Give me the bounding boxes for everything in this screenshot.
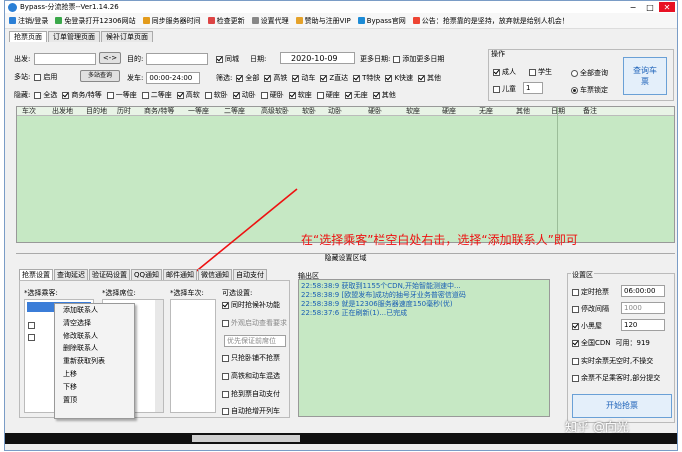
- realtime-check[interactable]: 实时余票无空时,不操交: [572, 356, 653, 366]
- app-window: Bypass-分流抢票--Ver1.14.26 − □ ✕ 注销/登录 免登录打…: [4, 0, 678, 451]
- opt-mix[interactable]: 高铁和动车混选: [222, 371, 280, 381]
- menu-move-down[interactable]: 下移: [55, 381, 134, 394]
- opt-extra-trains[interactable]: 自动抢增开列车: [222, 406, 280, 416]
- log-line: 22:58:37:6 正在刷新(1)...已完成: [301, 309, 408, 317]
- opt-appearance[interactable]: 外观启动查看要求: [222, 318, 287, 328]
- interval[interactable]: 停改间隔: [572, 304, 609, 314]
- opt-sleeper-only[interactable]: 只抢卧铺不抢票: [222, 353, 280, 363]
- tab-wechat[interactable]: 微信通知: [198, 269, 233, 280]
- tab-qq[interactable]: QQ通知: [131, 269, 163, 280]
- opt-autopay[interactable]: 抢到票自动支付: [222, 389, 280, 399]
- opt-waitlist[interactable]: 同时抢候补功能: [222, 300, 280, 310]
- tab-autopay[interactable]: 自动支付: [233, 269, 268, 280]
- small-input[interactable]: 120: [621, 319, 665, 331]
- menu-refresh-list[interactable]: 重新获取列表: [55, 355, 134, 368]
- log-line: 22:58:38:9 [欧盟发布]成功的抽号牙业务普密信道码: [301, 291, 466, 299]
- settings-panel: 设置区 定时抢票 06:00:00 停改间隔 1000 小黑屋 120 全国CD…: [567, 270, 675, 423]
- timed-grab[interactable]: 定时抢票: [572, 287, 609, 297]
- menu-delete-contact[interactable]: 删除联系人: [55, 342, 134, 355]
- menu-move-up[interactable]: 上移: [55, 368, 134, 381]
- menu-edit-contact[interactable]: 修改联系人: [55, 330, 134, 343]
- interval-input[interactable]: 1000: [621, 302, 665, 314]
- tab-captcha[interactable]: 验证码设置: [89, 269, 130, 280]
- priority-select[interactable]: 优先保证前席位: [224, 335, 286, 347]
- start-grab-button[interactable]: 开始抢票: [572, 394, 672, 418]
- menu-add-contact[interactable]: 添加联系人: [55, 304, 134, 317]
- menu-clear-selection[interactable]: 清空选择: [55, 317, 134, 330]
- tab-grab-settings[interactable]: 抢票设置: [19, 269, 53, 280]
- context-menu: 添加联系人 清空选择 修改联系人 删除联系人 重新获取列表 上移 下移 置顶: [54, 303, 135, 419]
- small-blackroom[interactable]: 小黑屋: [572, 321, 602, 331]
- tab-email[interactable]: 邮件通知: [163, 269, 198, 280]
- menu-move-top[interactable]: 置顶: [55, 394, 134, 407]
- settings-tabs: 抢票设置 查询延迟 验证码设置 QQ通知 邮件通知 微信通知 自动支付: [19, 269, 268, 280]
- cdn-check[interactable]: 全国CDN 可用：919: [572, 338, 650, 348]
- log-line: 22:58:38:9 就是12306服务器速度150毫秒(优): [301, 300, 453, 308]
- timed-input[interactable]: 06:00:00: [621, 285, 665, 297]
- partial-submit-check[interactable]: 余票不足乘客时,部分提交: [572, 373, 660, 383]
- log-output[interactable]: 22:58:38:9 获取到1155个CDN,开始智能测速中... 22:58:…: [298, 279, 550, 417]
- train-list[interactable]: [170, 299, 216, 413]
- log-line: 22:58:38:9 获取到1155个CDN,开始智能测速中...: [301, 282, 461, 290]
- scrollbar-thumb[interactable]: [192, 435, 300, 442]
- tab-query-delay[interactable]: 查询延迟: [54, 269, 88, 280]
- status-bar: [5, 433, 677, 444]
